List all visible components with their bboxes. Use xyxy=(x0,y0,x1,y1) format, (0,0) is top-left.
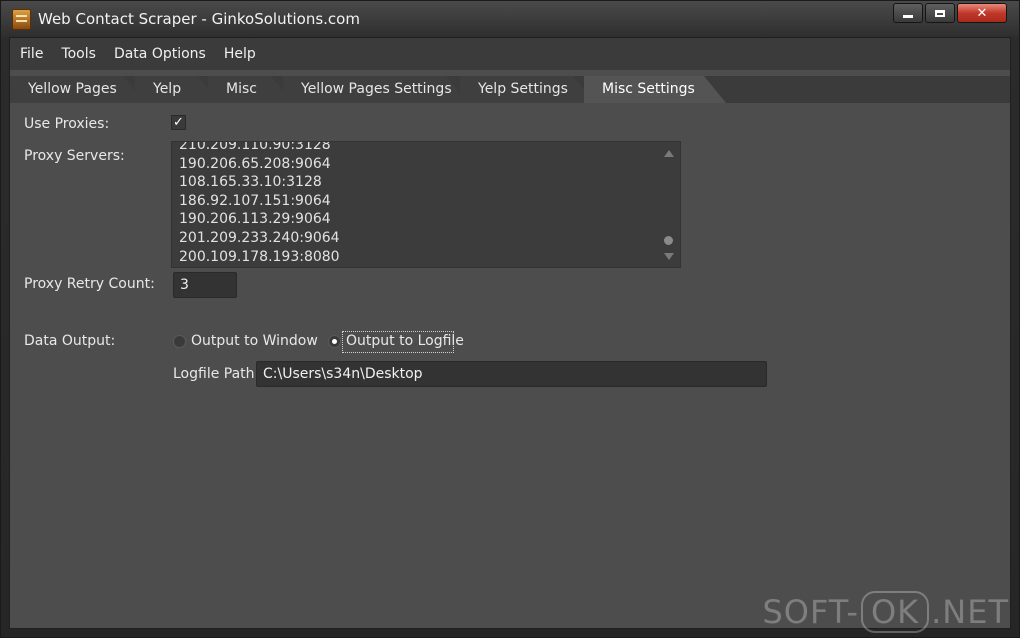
output-window-radio[interactable] xyxy=(173,335,186,348)
misc-settings-panel: Use Proxies: ✓ Proxy Servers: 210.209.11… xyxy=(10,103,1010,628)
output-logfile-radio[interactable] xyxy=(328,335,341,348)
menu-help[interactable]: Help xyxy=(215,46,265,62)
proxy-servers-list[interactable]: 210.209.110.90:3128 190.206.65.208:9064 … xyxy=(171,141,681,268)
list-item[interactable]: 190.206.113.29:9064 xyxy=(179,210,340,229)
watermark-ok: OK xyxy=(860,591,930,633)
list-item[interactable]: 186.92.107.151:9064 xyxy=(179,192,340,211)
proxy-retry-input[interactable]: 3 xyxy=(173,272,237,298)
list-item[interactable]: 108.165.33.10:3128 xyxy=(179,173,340,192)
maximize-icon xyxy=(935,9,945,17)
scroll-thumb[interactable] xyxy=(664,236,673,245)
list-item[interactable]: 200.109.178.193:8080 xyxy=(179,248,340,267)
tab-yellow-pages[interactable]: Yellow Pages xyxy=(10,76,145,103)
scroll-up-icon[interactable] xyxy=(664,150,674,157)
proxy-retry-label: Proxy Retry Count: xyxy=(24,276,155,292)
use-proxies-label: Use Proxies: xyxy=(24,116,110,132)
app-window: Web Contact Scraper - GinkoSolutions.com… xyxy=(0,0,1020,638)
logfile-path-label: Logfile Path: xyxy=(173,366,260,382)
logfile-path-input[interactable]: C:\Users\s34n\Desktop xyxy=(256,361,767,387)
window-title: Web Contact Scraper - GinkoSolutions.com xyxy=(38,10,360,28)
tab-strip: Yellow Pages Yelp Misc Yellow Pages Sett… xyxy=(10,76,1010,103)
scroll-down-icon[interactable] xyxy=(664,253,674,260)
output-logfile-label[interactable]: Output to Logfile xyxy=(346,333,464,349)
menu-bar: File Tools Data Options Help xyxy=(10,38,1010,70)
window-controls: ✕ xyxy=(893,3,1007,23)
title-bar[interactable]: Web Contact Scraper - GinkoSolutions.com… xyxy=(1,1,1019,37)
menu-file[interactable]: File xyxy=(10,46,52,62)
data-output-label: Data Output: xyxy=(24,333,116,349)
close-icon: ✕ xyxy=(976,5,988,21)
client-area: File Tools Data Options Help Yellow Page… xyxy=(9,37,1011,629)
tab-yellow-pages-settings[interactable]: Yellow Pages Settings xyxy=(283,76,468,103)
minimize-icon xyxy=(903,14,913,18)
watermark-right: .NET xyxy=(931,593,1009,631)
app-icon xyxy=(12,9,31,30)
menu-tools[interactable]: Tools xyxy=(52,46,105,62)
tab-misc-settings[interactable]: Misc Settings xyxy=(584,76,726,103)
list-scrollbar[interactable] xyxy=(658,142,680,267)
list-item[interactable]: 210.209.110.90:3128 xyxy=(179,142,340,155)
watermark: SOFT- OK .NET xyxy=(762,591,1009,633)
list-item[interactable]: 201.209.233.240:9064 xyxy=(179,229,340,248)
menu-data-options[interactable]: Data Options xyxy=(105,46,215,62)
proxy-list-items: 210.209.110.90:3128 190.206.65.208:9064 … xyxy=(179,142,340,267)
watermark-left: SOFT- xyxy=(762,593,859,631)
tab-yelp[interactable]: Yelp xyxy=(135,76,220,103)
output-window-label[interactable]: Output to Window xyxy=(191,333,318,349)
tab-misc[interactable]: Misc xyxy=(208,76,293,103)
minimize-button[interactable] xyxy=(893,3,923,23)
close-button[interactable]: ✕ xyxy=(957,3,1007,23)
maximize-button[interactable] xyxy=(925,3,955,23)
list-item[interactable]: 190.206.65.208:9064 xyxy=(179,155,340,174)
tab-yelp-settings[interactable]: Yelp Settings xyxy=(460,76,595,103)
use-proxies-checkbox[interactable]: ✓ xyxy=(171,115,186,130)
proxy-servers-label: Proxy Servers: xyxy=(24,148,125,164)
